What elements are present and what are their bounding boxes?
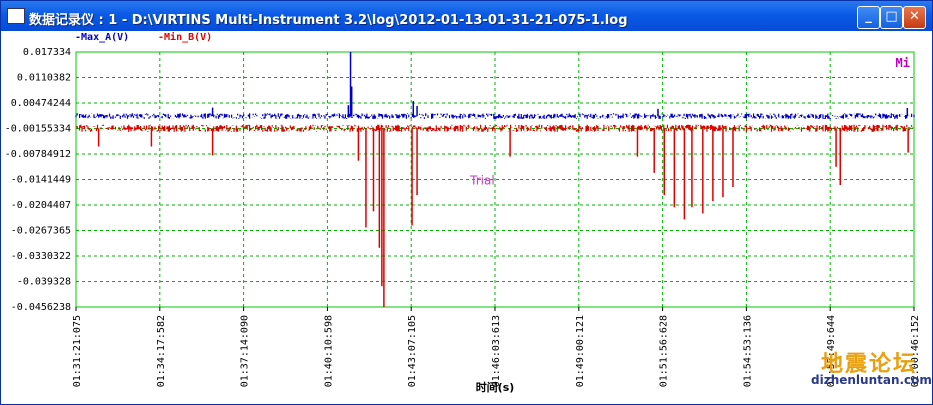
- trial-watermark: Trial: [469, 174, 495, 188]
- y-tick-label: -0.0267365: [11, 226, 71, 237]
- y-tick-label: 0.017334: [23, 47, 71, 58]
- x-tick-label: 01:51:56:628: [659, 315, 670, 387]
- y-tick-label: -0.0141449: [11, 175, 71, 186]
- y-tick-label: 0.00474244: [11, 98, 71, 109]
- chart: 0.017334 0.0110382 0.00474244 -0.00155334 -0…: [5, 47, 921, 394]
- x-axis-label: 时间(s): [476, 380, 515, 394]
- x-tick-label: 01:54:53:136: [742, 315, 753, 387]
- logger-window: 数据记录仪 : 1 - D:\VIRTINS Multi-Instrument …: [0, 0, 933, 405]
- x-tick-label: 01:37:14:090: [240, 315, 251, 387]
- y-tick-label: -0.0456238: [11, 302, 71, 313]
- x-tick-label: 01:34:17:582: [156, 315, 167, 387]
- y-tick-label: -0.00155334: [5, 124, 71, 135]
- x-tick-label: 01:40:10:598: [323, 315, 334, 387]
- y-tick-label: -0.0204407: [11, 200, 71, 211]
- x-tick-label: 01:43:07:105: [407, 315, 418, 387]
- corner-marker: Mi: [896, 56, 910, 70]
- y-tick-label: 0.0110382: [17, 73, 71, 84]
- y-tick-label: -0.039328: [17, 277, 71, 288]
- x-tick-label: 01:49:00:121: [575, 315, 586, 387]
- y-tick-label: -0.0330322: [11, 251, 71, 262]
- x-tick-label: 01:31:21:075: [72, 315, 83, 387]
- watermark-site-url: dizhenluntan.com: [811, 373, 932, 387]
- y-tick-label: -0.00784912: [5, 149, 71, 160]
- x-tick-label: 01:46:03:613: [491, 315, 502, 387]
